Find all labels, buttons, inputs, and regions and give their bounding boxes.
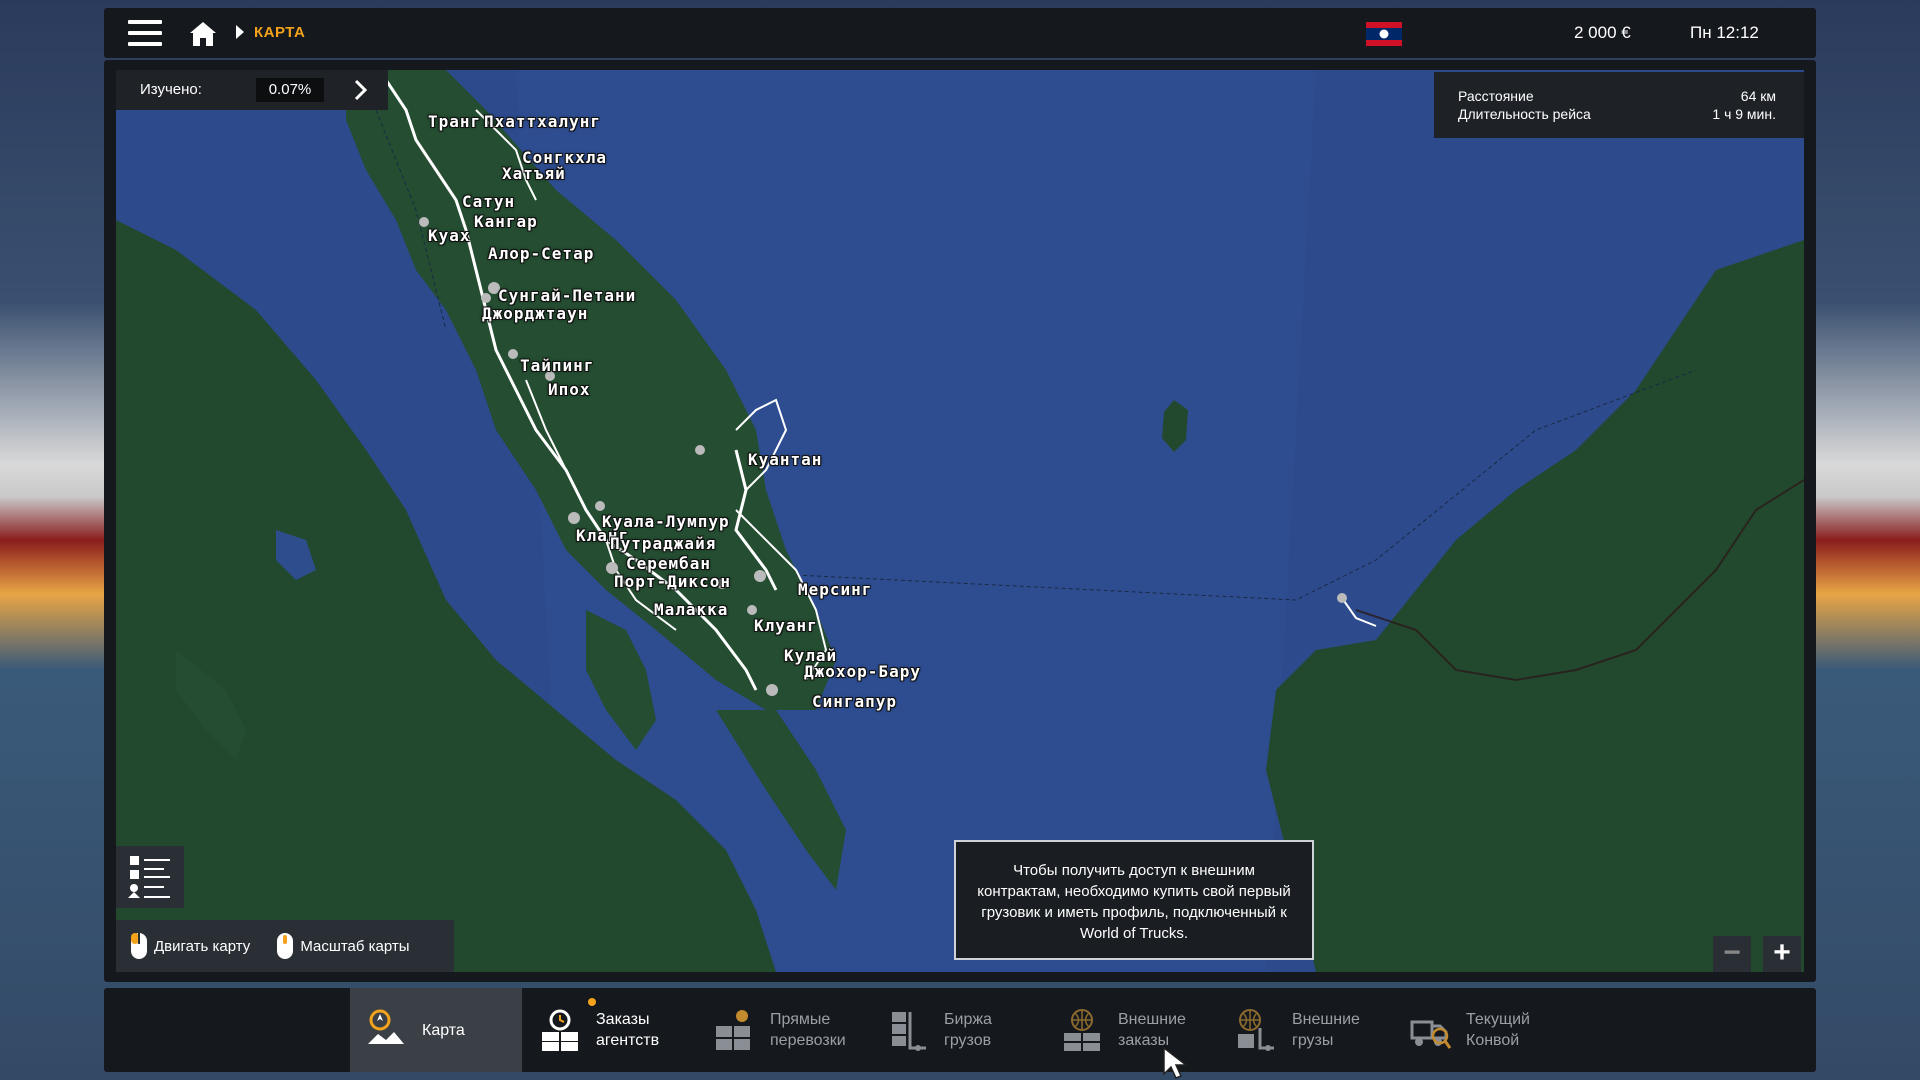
menu-icon[interactable] bbox=[128, 20, 162, 46]
tab-current-convoy[interactable]: Текущий Конвой bbox=[1394, 988, 1566, 1072]
tab-agency-jobs-line2: агентств bbox=[596, 1032, 660, 1049]
clock-boxes-icon bbox=[542, 1009, 578, 1051]
new-badge bbox=[588, 998, 596, 1006]
city-label[interactable]: Пхаттхалунг bbox=[484, 112, 601, 131]
city-label[interactable]: Куантан bbox=[748, 450, 822, 469]
distance-value: 64 км bbox=[1740, 88, 1776, 104]
map-pin-icon bbox=[368, 1009, 404, 1044]
zoom-map-hint: Масштаб карты bbox=[276, 932, 410, 960]
city-label[interactable]: Сатун bbox=[462, 192, 515, 211]
top-bar: КАРТА 2 000 € Пн 12:12 bbox=[104, 8, 1816, 58]
city-label[interactable]: Тайпинг bbox=[520, 356, 594, 375]
legend-list-icon[interactable] bbox=[116, 846, 184, 908]
world-map[interactable]: Транг Пхаттхалунг Сонгкхла Хатъяй Сатун … bbox=[116, 70, 1804, 972]
breadcrumb[interactable]: КАРТА bbox=[254, 24, 305, 41]
city-label[interactable]: Клуанг bbox=[754, 616, 818, 635]
route-info-panel: Расстояние 64 км Длительность рейса 1 ч … bbox=[1434, 72, 1804, 138]
tab-map-label: Карта bbox=[422, 1021, 465, 1039]
tab-direct-transport[interactable]: Прямые перевозки bbox=[698, 988, 870, 1072]
city-label[interactable]: Малакка bbox=[654, 600, 728, 619]
tab-map[interactable]: Карта bbox=[350, 988, 522, 1072]
city-label[interactable]: Куах bbox=[428, 226, 471, 245]
tab-freight-market-line2: грузов bbox=[944, 1032, 992, 1049]
move-map-hint: Двигать карту bbox=[130, 932, 250, 960]
flag-icon bbox=[1366, 22, 1402, 46]
city-label[interactable]: Хатъяй bbox=[502, 164, 566, 183]
city-label[interactable]: Джохор-Бару bbox=[804, 662, 921, 681]
zoom-in-button[interactable]: + bbox=[1763, 936, 1801, 972]
tab-agency-jobs[interactable]: Заказы агентств bbox=[524, 988, 696, 1072]
map-controls-hint: Двигать карту Масштаб карты bbox=[116, 920, 454, 972]
tab-freight-market[interactable]: Биржа грузов bbox=[872, 988, 1044, 1072]
city-label[interactable]: Транг bbox=[428, 112, 481, 131]
tab-external-contracts-line1: Внешние bbox=[1118, 1011, 1186, 1028]
explored-label: Изучено: bbox=[140, 81, 202, 98]
city-label[interactable]: Алор-Сетар bbox=[488, 244, 594, 263]
tab-direct-transport-line1: Прямые bbox=[770, 1011, 831, 1028]
zoom-out-button[interactable]: − bbox=[1713, 936, 1751, 972]
mouse-cursor-icon bbox=[1163, 1046, 1189, 1079]
home-icon[interactable] bbox=[188, 20, 218, 48]
mouse-wheel-icon bbox=[277, 933, 294, 959]
tab-agency-jobs-line1: Заказы bbox=[596, 1011, 650, 1028]
duration-label: Длительность рейса bbox=[1458, 106, 1591, 122]
tab-current-convoy-line2: Конвой bbox=[1466, 1032, 1520, 1049]
explored-value: 0.07% bbox=[256, 78, 324, 102]
distance-label: Расстояние bbox=[1458, 88, 1534, 104]
external-contracts-notice: Чтобы получить доступ к внешним контракт… bbox=[954, 840, 1314, 960]
city-label[interactable]: Джорджтаун bbox=[482, 304, 588, 323]
tab-current-convoy-line1: Текущий bbox=[1466, 1011, 1530, 1028]
money-display: 2 000 € bbox=[1574, 23, 1631, 42]
globe-boxes-icon bbox=[1064, 1009, 1100, 1051]
move-map-label: Двигать карту bbox=[154, 937, 251, 955]
city-label[interactable]: Серембан bbox=[626, 554, 711, 573]
city-label[interactable]: Порт-Диксон bbox=[614, 572, 731, 591]
tab-direct-transport-line2: перевозки bbox=[770, 1032, 846, 1049]
game-clock: Пн 12:12 bbox=[1690, 23, 1759, 42]
breadcrumb-arrow-icon bbox=[236, 25, 244, 39]
globe-hand-truck-icon bbox=[1238, 1009, 1274, 1051]
tab-external-cargo[interactable]: Внешние грузы bbox=[1220, 988, 1392, 1072]
tab-external-contracts[interactable]: Внешние заказы bbox=[1046, 988, 1218, 1072]
city-label[interactable]: Путраджайя bbox=[610, 534, 716, 553]
city-label[interactable]: Ипох bbox=[548, 380, 591, 399]
tab-freight-market-line1: Биржа bbox=[944, 1011, 992, 1028]
map-terrain bbox=[116, 70, 1804, 972]
chevron-right-icon[interactable] bbox=[348, 78, 372, 102]
city-label[interactable]: Мерсинг bbox=[798, 580, 872, 599]
hand-truck-icon bbox=[892, 1012, 926, 1051]
zoom-map-label: Масштаб карты bbox=[300, 937, 410, 955]
explored-panel: Изучено: 0.07% bbox=[116, 70, 388, 110]
city-label[interactable]: Кангар bbox=[474, 212, 538, 231]
tab-external-cargo-line1: Внешние bbox=[1292, 1011, 1360, 1028]
city-label[interactable]: Сунгай-Петани bbox=[498, 286, 636, 305]
bottom-nav: Карта Заказы агентств Прямые перевозки Б… bbox=[104, 988, 1816, 1072]
boxes-person-icon bbox=[716, 1010, 750, 1050]
truck-search-icon bbox=[1410, 1020, 1452, 1049]
city-label[interactable]: Сингапур bbox=[812, 692, 897, 711]
tab-external-cargo-line2: грузы bbox=[1292, 1032, 1334, 1049]
mouse-left-icon bbox=[131, 933, 147, 959]
duration-value: 1 ч 9 мин. bbox=[1712, 106, 1776, 122]
